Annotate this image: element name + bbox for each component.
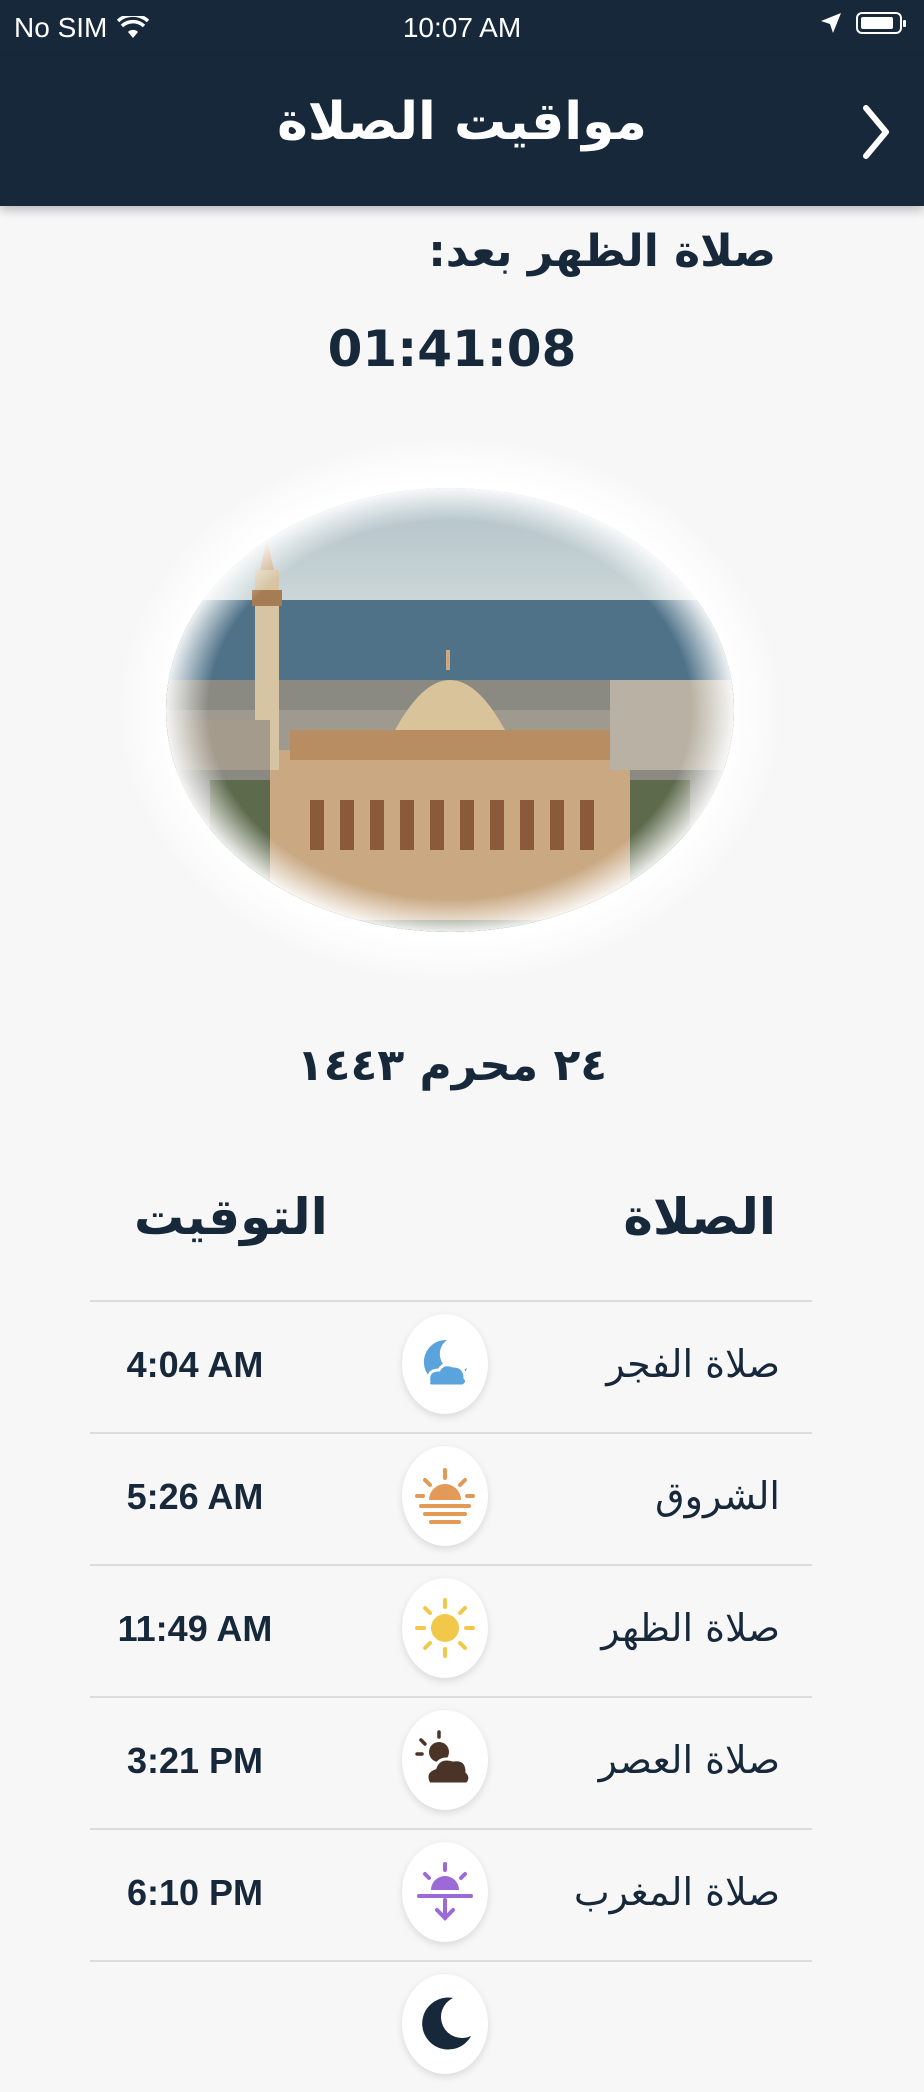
table-row: الشروق 5:26 AM [90, 1432, 812, 1564]
table-row: صلاة الظهر 11:49 AM [90, 1564, 812, 1696]
table-row [90, 1960, 812, 2092]
mosque-image [120, 440, 780, 980]
prayer-name: صلاة العصر [598, 1738, 780, 1782]
prayer-name: صلاة الظهر [601, 1606, 780, 1650]
next-prayer-label: صلاة الظهر بعد: [428, 226, 776, 277]
prayer-time: 4:04 AM [126, 1344, 264, 1385]
page-title: مواقيت الصلاة [277, 92, 647, 152]
prayer-time: 3:21 PM [126, 1740, 264, 1781]
icon-badge [402, 1842, 488, 1942]
column-header-time: التوقيت [134, 1188, 328, 1246]
moon-cloud-icon [423, 1339, 469, 1388]
icon-badge [402, 1578, 488, 1678]
mosque-illustration [166, 488, 734, 932]
hijri-date: ٢٤ محرم ١٤٤٣ [296, 1040, 608, 1091]
sunset-icon [417, 1862, 473, 1921]
table-row: صلاة المغرب 6:10 PM [90, 1828, 812, 1960]
prayer-name: صلاة الفجر [606, 1342, 780, 1386]
column-header-prayer: الصلاة [623, 1188, 776, 1246]
prayer-time: 6:10 PM [126, 1872, 264, 1913]
icon-badge [402, 1974, 488, 2074]
status-bar: No SIM 10:07 AM [0, 0, 924, 56]
icon-badge [402, 1446, 488, 1546]
prayer-name: الشروق [655, 1474, 780, 1518]
location-arrow-icon [821, 13, 841, 33]
sunrise-icon [415, 1468, 475, 1524]
countdown-timer: 01:41:08 [327, 320, 577, 378]
battery-icon [856, 12, 906, 34]
moon-icon [422, 1997, 471, 2050]
prayer-time: 5:26 AM [126, 1476, 264, 1517]
status-right [820, 12, 906, 34]
icon-badge [402, 1314, 488, 1414]
chevron-right-icon[interactable] [856, 100, 896, 164]
icon-badge [402, 1710, 488, 1810]
prayer-name: صلاة المغرب [573, 1870, 780, 1914]
table-row: صلاة الفجر 4:04 AM [90, 1300, 812, 1432]
table-row: صلاة العصر 3:21 PM [90, 1696, 812, 1828]
prayer-times-table: صلاة الفجر 4:04 AM الشروق 5:26 AM صلاة ا… [90, 1300, 812, 2092]
nav-bar: مواقيت الصلاة [0, 56, 924, 206]
prayer-time: 11:49 AM [117, 1608, 273, 1649]
status-time: 10:07 AM [402, 12, 522, 43]
sun-cloud-icon [415, 1730, 472, 1786]
sun-icon [415, 1598, 475, 1658]
